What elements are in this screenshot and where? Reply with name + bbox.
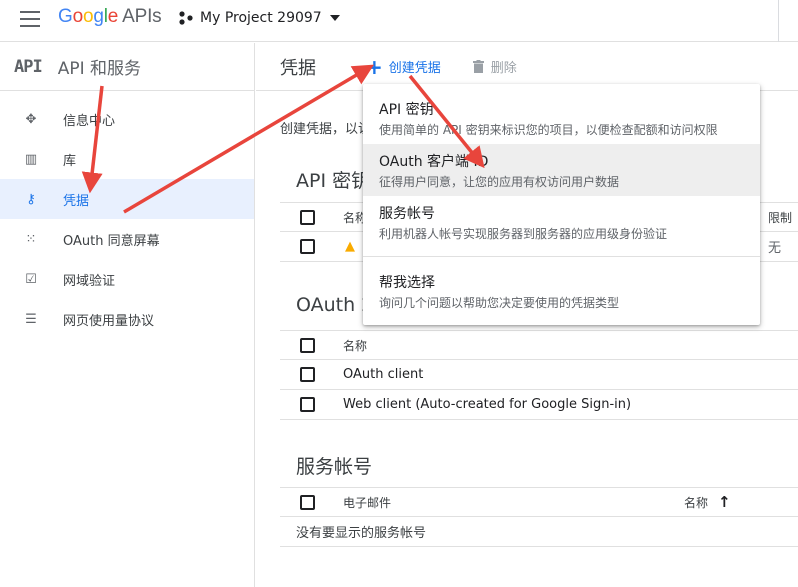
service-accounts-title: 服务帐号 [296,456,373,478]
column-header-name[interactable]: 名称 [684,494,708,511]
menu-item-oauth-client-id[interactable]: OAuth 客户端 ID 征得用户同意，让您的应用有权访问用户数据 [363,144,760,196]
sidebar-item-credentials[interactable]: ⚷ 凭据 [0,179,254,219]
api-keys-title: API 密钥 [296,170,371,192]
empty-message: 没有要显示的服务帐号 [296,526,427,541]
sidebar-item-page-usage[interactable]: ☰ 网页使用量协议 [0,299,254,339]
menu-item-title: API 密钥 [379,102,434,118]
menu-item-title: 帮我选择 [379,275,435,291]
checkbox-icon: ☑ [25,271,37,287]
top-app-bar: Google APIs My Project 29097 [0,0,798,42]
chevron-down-icon [329,15,340,21]
library-icon: ▥ [24,151,38,167]
table-row: 没有要显示的服务帐号 [280,517,798,547]
warning-icon: ▲ [345,239,355,254]
create-credentials-menu: API 密钥 使用简单的 API 密钥来标识您的项目，以便检查配额和访问权限 O… [363,84,760,325]
row-checkbox[interactable] [300,367,315,382]
sidebar-header: API API 和服务 [0,43,254,91]
menu-item-description: 利用机器人帐号实现服务器到服务器的应用级身份验证 [379,227,668,241]
menu-item-description: 征得用户同意，让您的应用有权访问用户数据 [379,175,620,189]
menu-divider [363,256,760,257]
oauth-table: 名称 OAuth client Web client (Auto-created… [280,330,798,420]
trash-icon [472,60,484,73]
menu-item-title: OAuth 客户端 ID [379,154,489,170]
row-checkbox[interactable] [300,239,315,254]
select-all-checkbox[interactable] [300,494,315,510]
table-row: Web client (Auto-created for Google Sign… [280,390,798,420]
menu-icon[interactable] [20,11,40,27]
row-checkbox[interactable] [300,397,315,412]
delete-label: 删除 [490,61,517,76]
oauth-title: OAuth 2 [296,294,374,316]
sidebar-item-library[interactable]: ▥ 库 [0,139,254,179]
sidebar-item-label: 网页使用量协议 [63,313,155,329]
select-all-checkbox[interactable] [300,337,315,353]
table-header-row: 名称 [280,330,798,360]
page-title: 凭据 [280,57,316,79]
plus-icon: + [366,54,383,79]
column-header-limit[interactable]: 限制 [768,209,792,226]
select-all-checkbox[interactable] [300,209,315,225]
sidebar: API API 和服务 ✥ 信息中心 ▥ 库 ⚷ 凭据 ⁙ OAuth 同意屏幕… [0,43,255,587]
google-apis-logo[interactable]: Google APIs [58,6,162,28]
sidebar-item-domain-verification[interactable]: ☑ 网域验证 [0,259,254,299]
sidebar-item-label: 信息中心 [63,113,116,129]
menu-item-description: 询问几个问题以帮助您决定要使用的凭据类型 [379,296,620,310]
menu-item-service-account[interactable]: 服务帐号 利用机器人帐号实现服务器到服务器的应用级身份验证 [363,196,760,248]
service-accounts-table: 电子邮件 名称 ↑ 没有要显示的服务帐号 [280,487,798,547]
table-header-row: 电子邮件 名称 ↑ [280,487,798,517]
create-credentials-button[interactable]: + 创建凭据 [366,57,441,77]
menu-item-api-key[interactable]: API 密钥 使用简单的 API 密钥来标识您的项目，以便检查配额和访问权限 [363,92,760,144]
sidebar-item-label: OAuth 同意屏幕 [63,233,160,249]
client-name-link[interactable]: OAuth client [343,367,423,382]
intro-text: 创建凭据，以访 [280,122,372,137]
column-header-name: 名称 [343,338,368,353]
sidebar-item-label: 库 [63,153,77,169]
project-name: My Project 29097 [200,10,322,26]
sidebar-item-label: 网域验证 [63,273,116,289]
key-icon: ⚷ [26,191,36,207]
column-header-email: 电子邮件 [343,495,392,510]
search-box-edge[interactable] [778,0,798,42]
sidebar-item-oauth-consent[interactable]: ⁙ OAuth 同意屏幕 [0,219,254,259]
menu-item-help-me-choose[interactable]: 帮我选择 询问几个问题以帮助您决定要使用的凭据类型 [363,265,760,317]
table-row: OAuth client [280,360,798,390]
settings-list-icon: ☰ [25,311,37,327]
menu-item-description: 使用简单的 API 密钥来标识您的项目，以便检查配额和访问权限 [379,123,718,137]
dashboard-icon: ✥ [25,111,37,127]
sidebar-title: API 和服务 [57,59,142,79]
sort-ascending-icon[interactable]: ↑ [718,493,731,511]
consent-icon: ⁙ [25,231,37,247]
sidebar-item-dashboard[interactable]: ✥ 信息中心 [0,99,254,139]
project-selector[interactable]: My Project 29097 [178,10,340,26]
sidebar-item-label: 凭据 [63,193,90,209]
project-dots-icon [179,11,193,25]
create-credentials-label: 创建凭据 [388,61,441,76]
client-name-link[interactable]: Web client (Auto-created for Google Sign… [343,397,631,412]
delete-button[interactable]: 删除 [472,57,517,76]
menu-item-title: 服务帐号 [379,206,435,222]
api-logo: API [14,56,43,77]
limit-cell: 无 [768,241,782,256]
